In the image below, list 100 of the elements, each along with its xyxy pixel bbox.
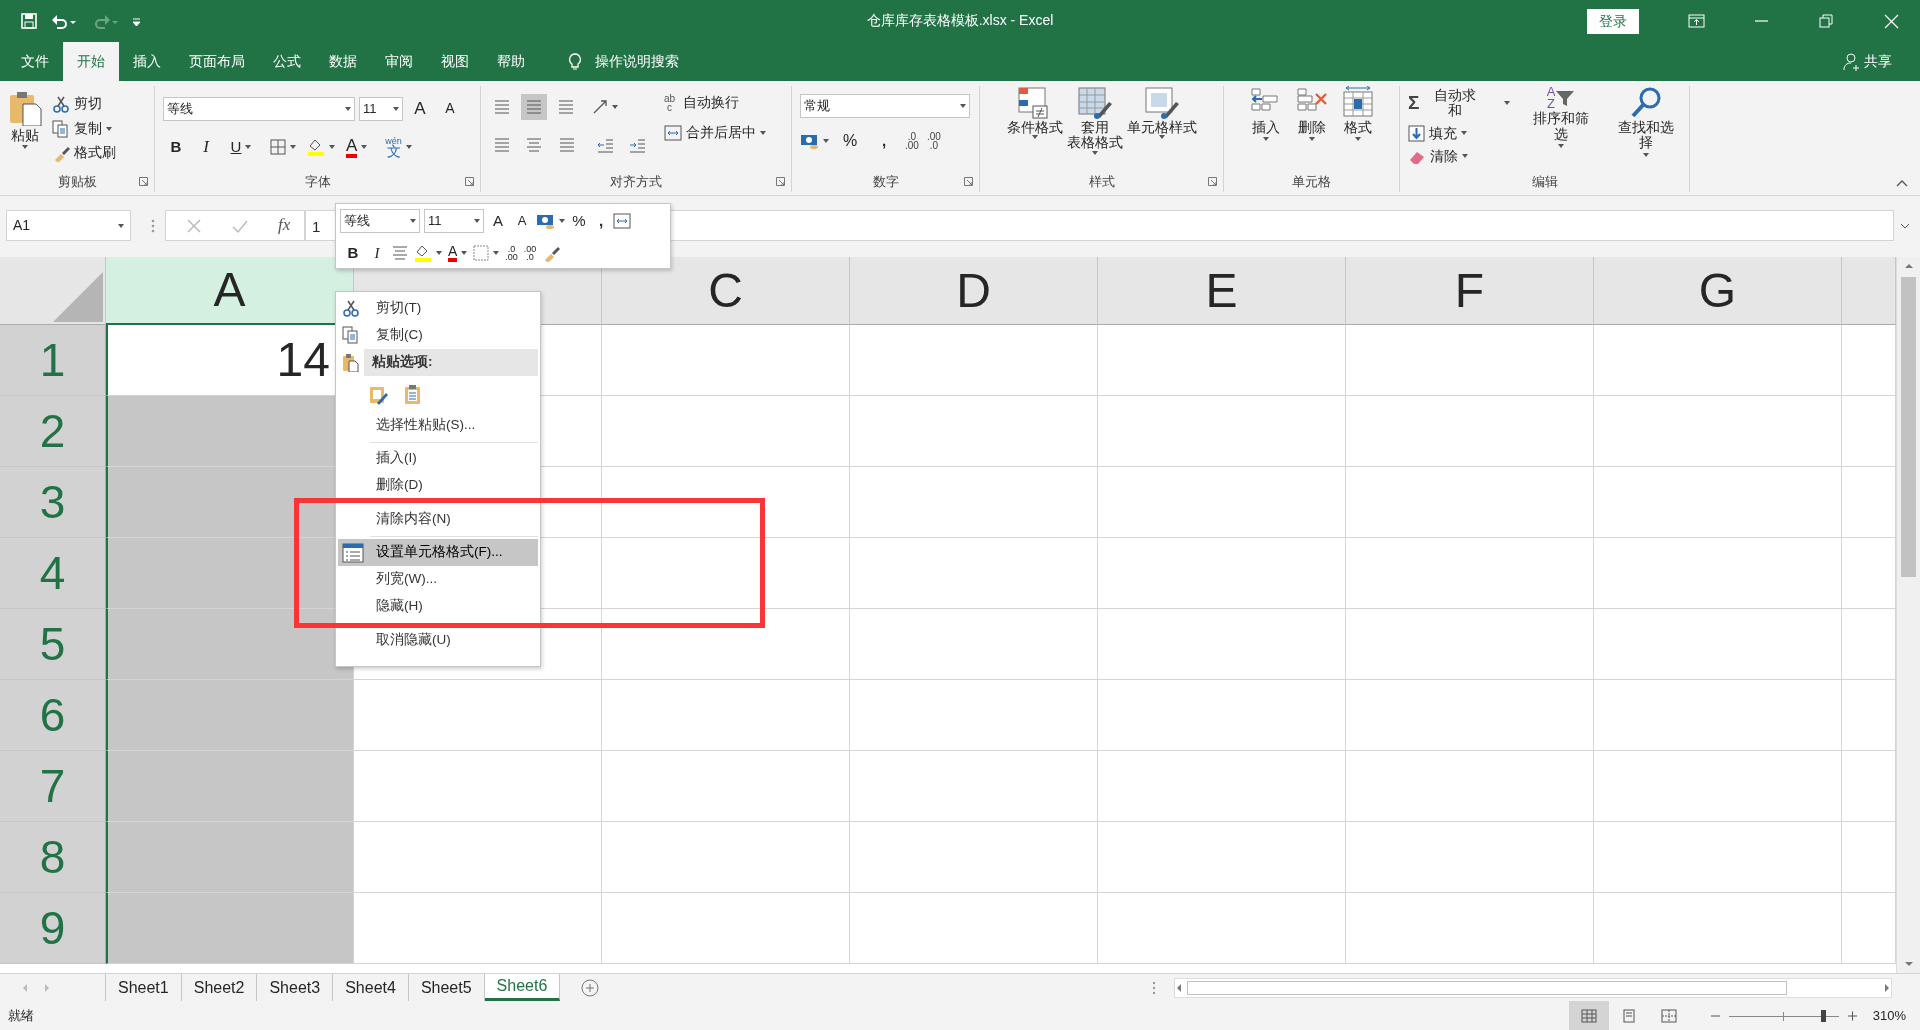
borders-button[interactable] bbox=[270, 139, 296, 155]
row-header[interactable]: 5 bbox=[0, 609, 106, 680]
sheet-tab[interactable]: Sheet6 bbox=[484, 974, 561, 1001]
italic-button[interactable]: I bbox=[368, 240, 386, 266]
row-header[interactable]: 1 bbox=[0, 325, 106, 396]
menu-item[interactable]: 设置单元格格式(F)... bbox=[338, 539, 538, 566]
row-header[interactable]: 9 bbox=[0, 893, 106, 964]
ribbon-tab[interactable]: 审阅 bbox=[371, 42, 427, 81]
font-size-field[interactable]: 11 bbox=[424, 209, 484, 233]
previous-sheet-button[interactable] bbox=[21, 982, 29, 993]
menu-item[interactable]: 隐藏(H) bbox=[338, 593, 538, 620]
fill-color-button[interactable] bbox=[307, 138, 335, 156]
underline-button[interactable]: U bbox=[223, 134, 259, 160]
ribbon-tab[interactable]: 页面布局 bbox=[175, 42, 259, 81]
ribbon-tab[interactable]: 数据 bbox=[315, 42, 371, 81]
clear-button[interactable]: 清除 bbox=[1408, 147, 1511, 165]
row-header[interactable]: 7 bbox=[0, 751, 106, 822]
grow-font-button[interactable]: A bbox=[488, 208, 508, 234]
zoom-slider[interactable] bbox=[1728, 1009, 1839, 1022]
font-color-button[interactable]: A bbox=[448, 244, 468, 262]
accounting-format-button[interactable] bbox=[800, 132, 829, 150]
percent-button[interactable]: % bbox=[569, 208, 589, 234]
increase-decimal-button[interactable]: .0 .00 bbox=[505, 244, 518, 262]
shrink-font-button[interactable]: A bbox=[437, 96, 463, 122]
menu-item[interactable]: 删除(D) bbox=[338, 472, 538, 499]
insert-function-button[interactable]: fx bbox=[278, 216, 291, 235]
paste-button[interactable]: 粘贴 bbox=[8, 86, 42, 149]
conditional-formatting-button[interactable]: 条件格式 bbox=[1006, 86, 1063, 140]
column-header[interactable] bbox=[1842, 257, 1896, 325]
insert-cells-button[interactable]: 插入 bbox=[1249, 86, 1282, 142]
name-box[interactable]: A1 bbox=[6, 210, 131, 241]
row-header[interactable]: 3 bbox=[0, 467, 106, 538]
tell-me-search[interactable]: 操作说明搜索 bbox=[553, 42, 693, 81]
sign-in-button[interactable]: 登录 bbox=[1587, 8, 1639, 34]
ribbon-tab[interactable]: 文件 bbox=[7, 42, 63, 81]
cancel-button[interactable] bbox=[186, 217, 202, 234]
autosum-button[interactable]: Σ 自动求和 bbox=[1408, 88, 1511, 119]
percent-button[interactable]: % bbox=[837, 128, 863, 154]
column-header[interactable]: D bbox=[850, 257, 1098, 325]
comma-style-button[interactable]: , bbox=[871, 128, 897, 154]
sort-filter-button[interactable]: A Z 排序和筛选 bbox=[1526, 86, 1596, 149]
font-name-field[interactable]: 等线 bbox=[340, 209, 420, 233]
zoom-in-button[interactable] bbox=[1846, 1010, 1858, 1021]
comma-style-button[interactable]: , bbox=[593, 208, 609, 234]
accounting-format-button[interactable] bbox=[536, 212, 565, 230]
menu-item[interactable]: 取消隐藏(U) bbox=[338, 627, 538, 654]
format-as-table-button[interactable]: 套用 表格格式 bbox=[1066, 86, 1123, 155]
dialog-launcher-icon[interactable] bbox=[465, 177, 474, 186]
column-header[interactable]: A bbox=[106, 257, 354, 325]
row-header[interactable]: 8 bbox=[0, 822, 106, 893]
italic-button[interactable]: I bbox=[193, 134, 219, 160]
ribbon-tab[interactable]: 开始 bbox=[63, 42, 119, 81]
format-painter-button[interactable]: 格式刷 bbox=[52, 144, 116, 162]
dialog-launcher-icon[interactable] bbox=[139, 177, 148, 186]
borders-button[interactable] bbox=[473, 245, 500, 261]
ribbon-tab[interactable]: 公式 bbox=[259, 42, 315, 81]
row-header[interactable]: 2 bbox=[0, 396, 106, 467]
collapse-ribbon-button[interactable] bbox=[1896, 179, 1908, 187]
vertical-scrollbar[interactable] bbox=[1896, 257, 1920, 973]
select-all-button[interactable] bbox=[0, 257, 106, 325]
slider-thumb[interactable] bbox=[1821, 1009, 1827, 1022]
paste-values-button[interactable] bbox=[403, 383, 422, 405]
column-header[interactable]: F bbox=[1346, 257, 1594, 325]
grow-font-button[interactable]: A bbox=[407, 96, 433, 122]
orientation-button[interactable] bbox=[592, 99, 618, 115]
save-button[interactable] bbox=[21, 13, 37, 29]
share-button[interactable]: 共享 bbox=[1829, 42, 1906, 81]
customize-toolbar-button[interactable] bbox=[133, 16, 141, 26]
dialog-launcher-icon[interactable] bbox=[1208, 177, 1217, 186]
bold-button[interactable]: B bbox=[163, 134, 189, 160]
decrease-decimal-button[interactable]: .00 .0 bbox=[926, 132, 941, 150]
row-header[interactable]: 4 bbox=[0, 538, 106, 609]
shrink-font-button[interactable]: A bbox=[512, 208, 532, 234]
column-header[interactable]: C bbox=[602, 257, 850, 325]
menu-item[interactable]: 选择性粘贴(S)... bbox=[338, 412, 538, 439]
merge-center-button[interactable]: 合并后居中 bbox=[664, 124, 766, 142]
increase-decimal-button[interactable]: .0 .00 bbox=[905, 132, 919, 150]
horizontal-scrollbar[interactable] bbox=[1174, 977, 1892, 998]
column-header[interactable]: E bbox=[1098, 257, 1346, 325]
ribbon-tab[interactable]: 帮助 bbox=[483, 42, 539, 81]
drag-handle-icon[interactable] bbox=[1152, 980, 1156, 995]
find-select-button[interactable]: 查找和选择 bbox=[1611, 86, 1681, 157]
number-format-field[interactable]: 常规 bbox=[800, 94, 970, 118]
decrease-decimal-button[interactable]: .00 .0 bbox=[523, 244, 537, 262]
drag-handle-icon[interactable] bbox=[151, 217, 155, 234]
font-color-button[interactable]: A bbox=[346, 136, 368, 158]
normal-view-button[interactable] bbox=[1568, 1001, 1609, 1030]
fill-button[interactable]: 填充 bbox=[1408, 124, 1511, 142]
menu-item[interactable]: 清除内容(N) bbox=[338, 506, 538, 533]
undo-button[interactable] bbox=[51, 13, 77, 29]
format-cells-button[interactable]: 格式 bbox=[1341, 86, 1374, 142]
middle-align-button[interactable] bbox=[521, 94, 547, 120]
center-button[interactable] bbox=[392, 244, 408, 262]
menu-item[interactable]: 列宽(W)... bbox=[338, 566, 538, 593]
column-header[interactable]: G bbox=[1594, 257, 1842, 325]
font-size-field[interactable]: 11 bbox=[359, 97, 403, 121]
expand-formula-bar-button[interactable] bbox=[1900, 222, 1910, 229]
copy-button[interactable]: 复制 bbox=[52, 120, 116, 138]
next-sheet-button[interactable] bbox=[43, 982, 51, 993]
ribbon-tab[interactable]: 插入 bbox=[119, 42, 175, 81]
